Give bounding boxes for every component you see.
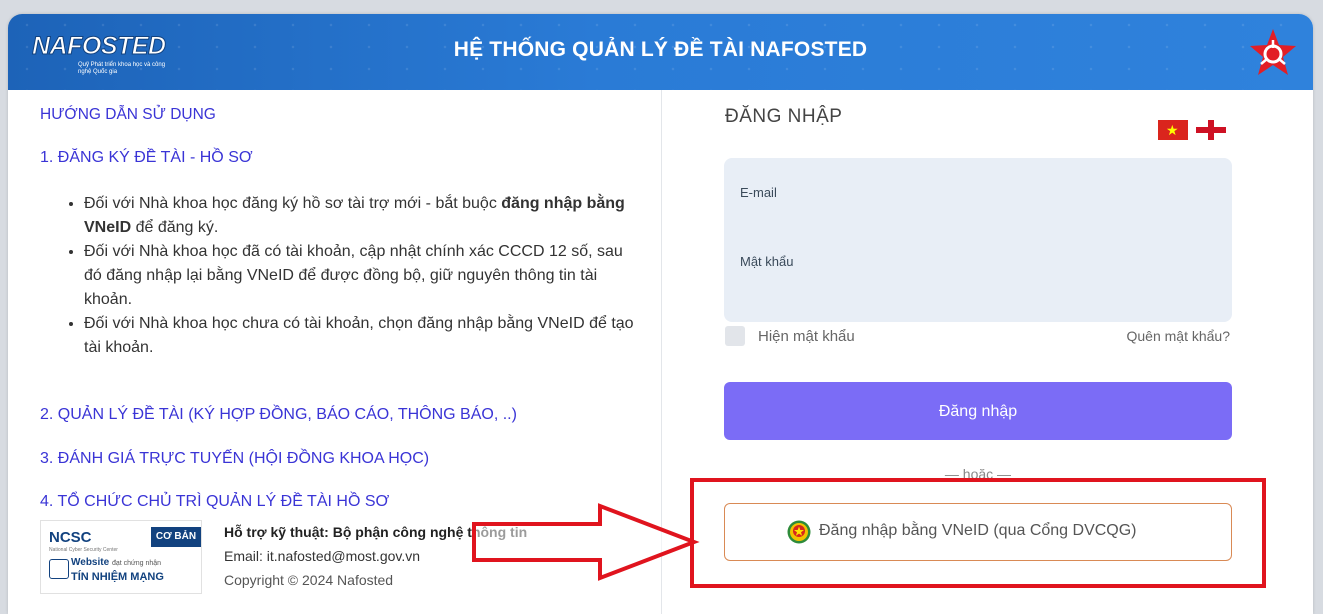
badge-website-text: Website	[71, 557, 110, 568]
badge-level: CƠ BẢN	[151, 527, 201, 547]
copyright: Copyright © 2024 Nafosted	[224, 572, 393, 588]
page-title: HỆ THỐNG QUẢN LÝ ĐỀ TÀI NAFOSTED	[453, 38, 868, 61]
login-button[interactable]: Đăng nhập	[724, 382, 1232, 440]
english-flag-icon[interactable]	[1196, 120, 1226, 140]
register-instructions: Đối với Nhà khoa học đăng ký hồ sơ tài t…	[58, 192, 639, 360]
email-label: E-mail	[740, 185, 777, 200]
bullet-text: Đối với Nhà khoa học đăng ký hồ sơ tài t…	[84, 195, 502, 212]
badge-trust-text: TÍN NHIỆM MẠNG	[71, 571, 164, 583]
section-evaluate[interactable]: 3. ĐÁNH GIÁ TRỰC TUYẾN (HỘI ĐỒNG KHOA HỌ…	[40, 450, 429, 468]
list-item: Đối với Nhà khoa học chưa có tài khoản, …	[84, 312, 639, 360]
password-field[interactable]	[724, 226, 1236, 296]
bullet-text: để đăng ký.	[131, 219, 219, 236]
section-organization[interactable]: 4. TỔ CHỨC CHỦ TRÌ QUẢN LÝ ĐỀ TÀI HỒ SƠ	[40, 493, 389, 511]
vietnamese-flag-icon[interactable]: ★	[1158, 120, 1188, 140]
badge-website: Website đạt chứng nhận	[71, 557, 161, 568]
show-password-label[interactable]: Hiện mật khẩu	[758, 328, 855, 345]
section-register[interactable]: 1. ĐĂNG KÝ ĐỀ TÀI - HỒ SƠ	[40, 149, 253, 167]
annotation-highlight-box	[690, 478, 1266, 588]
email-field[interactable]	[724, 158, 1236, 228]
forgot-password-link[interactable]: Quên mật khẩu?	[1110, 328, 1230, 344]
login-title: ĐĂNG NHẬP	[725, 106, 843, 127]
list-item: Đối với Nhà khoa học đăng ký hồ sơ tài t…	[84, 192, 639, 240]
copyright-text: Copyright © 2024	[224, 572, 338, 588]
badge-ncsc: NCSC	[49, 529, 92, 546]
globe-icon	[49, 559, 69, 579]
support-email: Email: it.nafosted@most.gov.vn	[224, 548, 421, 564]
copyright-link[interactable]: Nafosted	[337, 572, 393, 588]
credentials-box: E-mail Mật khẩu	[724, 158, 1236, 322]
trust-badge[interactable]: NCSC National Cyber Security Center CƠ B…	[40, 520, 202, 594]
password-label: Mật khẩu	[740, 254, 794, 269]
page-header: NAFOSTED Quỹ Phát triển khoa học và công…	[8, 14, 1313, 90]
list-item: Đối với Nhà khoa học đã có tài khoản, cậ…	[84, 240, 639, 312]
star-emblem-icon	[1250, 29, 1296, 75]
annotation-arrow-icon	[472, 503, 700, 581]
show-password-checkbox[interactable]	[725, 326, 745, 346]
guide-title[interactable]: HƯỚNG DẪN SỬ DỤNG	[40, 106, 216, 124]
badge-website-small: đạt chứng nhận	[111, 560, 162, 567]
badge-ncsc-subtitle: National Cyber Security Center	[49, 547, 118, 553]
section-manage[interactable]: 2. QUẢN LÝ ĐỀ TÀI (KÝ HỢP ĐỒNG, BÁO CÁO,…	[40, 406, 517, 424]
logo-subtitle: Quỹ Phát triển khoa học và công nghệ Quố…	[78, 62, 166, 75]
